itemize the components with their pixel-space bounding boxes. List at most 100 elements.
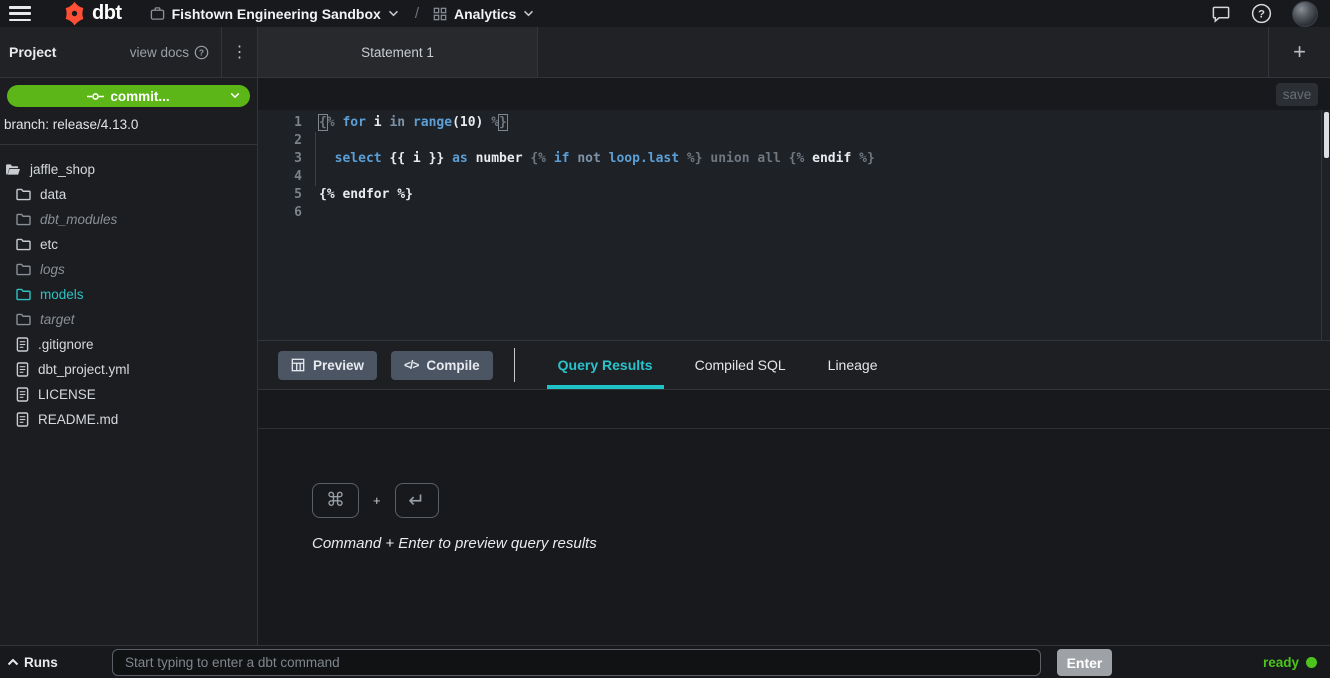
folder-icon: [16, 213, 31, 226]
save-button[interactable]: save: [1276, 83, 1318, 106]
hint-text: Command + Enter to preview query results: [312, 535, 597, 552]
tree-item-label: logs: [40, 262, 65, 277]
hamburger-menu-icon[interactable]: [9, 6, 31, 21]
top-app-bar: dbt Fishtown Engineering Sandbox / Analy…: [0, 0, 1330, 27]
line-number: 1: [258, 114, 302, 132]
command-bar: Runs Enter ready: [0, 645, 1330, 678]
dbt-logo-text: dbt: [92, 2, 122, 25]
chevron-down-icon: [230, 92, 240, 99]
tab-statement-1[interactable]: Statement 1: [258, 27, 538, 77]
editor-column: Statement 1 + save 123456 {% for i in ra…: [258, 27, 1330, 645]
line-number: 6: [258, 204, 302, 222]
plus-separator: +: [373, 493, 381, 508]
dbt-command-input[interactable]: [112, 649, 1041, 676]
runs-toggle[interactable]: Runs: [7, 655, 58, 670]
return-key-icon: ↵: [395, 483, 439, 518]
results-panel-header: Preview </> Compile Query Results Compil…: [258, 340, 1330, 390]
svg-text:?: ?: [199, 47, 204, 57]
code-line: {% for i in range(10) %}: [319, 114, 1321, 132]
file-icon: [16, 337, 29, 352]
editor-tab-bar: Statement 1 +: [258, 27, 1330, 78]
tree-item-etc[interactable]: etc: [0, 232, 257, 257]
tree-item-target[interactable]: target: [0, 307, 257, 332]
sidebar-menu-kebab-icon[interactable]: ⋮: [221, 27, 257, 77]
tree-item-label: README.md: [38, 412, 118, 427]
line-number: 4: [258, 168, 302, 186]
tree-item-label: dbt_modules: [40, 212, 117, 227]
tree-item-readme-md[interactable]: README.md: [0, 407, 257, 432]
folder-open-icon: [5, 163, 21, 176]
tab-lineage[interactable]: Lineage: [807, 341, 899, 389]
code-line: select {{ i }} as number {% if not loop.…: [319, 150, 1321, 168]
results-divider: [258, 428, 1330, 429]
sidebar-header: Project view docs ? ⋮: [0, 27, 257, 78]
code-line: [319, 204, 1321, 222]
line-number: 2: [258, 132, 302, 150]
svg-text:?: ?: [1258, 9, 1265, 21]
view-docs-link[interactable]: view docs ?: [130, 45, 209, 60]
tree-item-label: .gitignore: [38, 337, 94, 352]
tree-item-jaffle-shop[interactable]: jaffle_shop: [0, 157, 257, 182]
commit-button-label: commit...: [110, 89, 169, 104]
editor-toolbar: save: [258, 78, 1330, 110]
folder-icon: [16, 288, 31, 301]
file-tree: jaffle_shopdata dbt_modulesetc logs models t…: [0, 145, 257, 645]
project-name: Analytics: [454, 6, 516, 22]
tree-item--gitignore[interactable]: .gitignore: [0, 332, 257, 357]
tree-item-dbt-modules[interactable]: dbt_modules: [0, 207, 257, 232]
indent-guide: [315, 132, 316, 186]
tree-item-label: etc: [40, 237, 58, 252]
panel-divider: [514, 348, 515, 382]
user-avatar[interactable]: [1292, 1, 1318, 27]
line-number: 5: [258, 186, 302, 204]
commit-button[interactable]: commit...: [7, 85, 250, 107]
status-label: ready: [1263, 655, 1299, 670]
code-line: [319, 132, 1321, 150]
status-indicator: ready: [1263, 655, 1317, 670]
help-circle-icon: ?: [194, 45, 209, 60]
enter-button[interactable]: Enter: [1057, 649, 1112, 676]
tree-item-data[interactable]: data: [0, 182, 257, 207]
breadcrumb-separator: /: [415, 5, 419, 22]
query-results-area: ⌘ + ↵ Command + Enter to preview query r…: [258, 390, 1330, 645]
results-tabs: Query Results Compiled SQL Lineage: [537, 341, 899, 389]
tab-compiled-sql[interactable]: Compiled SQL: [674, 341, 807, 389]
tree-item-label: LICENSE: [38, 387, 96, 402]
workspace: Project view docs ? ⋮ commit... bran: [0, 27, 1330, 645]
preview-button[interactable]: Preview: [278, 351, 377, 380]
sidebar-title: Project: [9, 44, 56, 60]
code-content[interactable]: {% for i in range(10) %} select {{ i }} …: [302, 110, 1321, 340]
code-icon: </>: [404, 358, 418, 372]
shortcut-hint: ⌘ + ↵ Command + Enter to preview query r…: [312, 483, 597, 552]
tab-query-results[interactable]: Query Results: [537, 341, 674, 389]
code-editor[interactable]: 123456 {% for i in range(10) %} select {…: [258, 110, 1330, 340]
scrollbar-thumb[interactable]: [1324, 112, 1329, 158]
preview-button-label: Preview: [313, 358, 364, 373]
tree-item-label: target: [40, 312, 75, 327]
table-icon: [291, 358, 305, 372]
tree-item-logs[interactable]: logs: [0, 257, 257, 282]
compile-button[interactable]: </> Compile: [391, 351, 493, 380]
chevron-up-icon: [7, 658, 19, 666]
briefcase-icon: [150, 6, 165, 21]
grid-icon: [433, 7, 447, 21]
project-sidebar: Project view docs ? ⋮ commit... bran: [0, 27, 258, 645]
file-icon: [16, 387, 29, 402]
tab-label: Statement 1: [361, 45, 434, 60]
folder-icon: [16, 188, 31, 201]
project-selector[interactable]: Analytics: [433, 6, 534, 22]
help-icon[interactable]: ?: [1251, 3, 1272, 24]
git-commit-icon: [87, 91, 104, 102]
folder-icon: [16, 263, 31, 276]
dbt-logo-icon: [61, 0, 88, 27]
editor-scrollbar[interactable]: [1321, 110, 1330, 340]
account-selector[interactable]: Fishtown Engineering Sandbox: [150, 6, 399, 22]
chat-icon[interactable]: [1211, 4, 1231, 23]
tree-item-license[interactable]: LICENSE: [0, 382, 257, 407]
tree-item-dbt-project-yml[interactable]: dbt_project.yml: [0, 357, 257, 382]
new-tab-button[interactable]: +: [1268, 27, 1330, 77]
command-key-icon: ⌘: [312, 483, 359, 518]
tree-item-models[interactable]: models: [0, 282, 257, 307]
runs-label: Runs: [24, 655, 58, 670]
folder-icon: [16, 238, 31, 251]
